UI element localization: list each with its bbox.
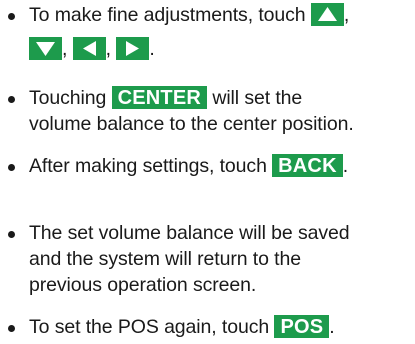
bullet (8, 231, 15, 238)
end-punctuation: . (149, 38, 155, 60)
pos-key: POS (274, 315, 330, 338)
down-arrow-key (29, 37, 62, 60)
item-text: previous operation screen. (29, 274, 257, 296)
line: and the system will return to the (29, 246, 301, 273)
item-text: volume balance to the center position. (29, 113, 354, 135)
item-text: and the system will return to the (29, 248, 301, 270)
item-text: After making settings, touch (29, 155, 273, 177)
line: To make fine adjustments, touch , (29, 2, 349, 29)
line: The set volume balance will be saved (29, 220, 350, 247)
item-text: Touching (29, 87, 112, 109)
separator: , (62, 38, 68, 60)
item-text: . (329, 316, 335, 338)
line: volume balance to the center position. (29, 111, 354, 138)
up-arrow-key (310, 3, 344, 26)
instruction-list: To make fine adjustments, touch , , , . … (0, 0, 415, 344)
down-arrow-icon (36, 42, 55, 56)
right-arrow-icon (126, 41, 140, 56)
bullet (8, 325, 15, 332)
back-key: BACK (272, 154, 343, 177)
line: , , . (29, 36, 155, 63)
item-text: will set the (207, 87, 303, 109)
separator: , (343, 4, 350, 26)
line: After making settings, touch BACK. (29, 153, 348, 180)
item-text: To make fine adjustments, touch (29, 4, 311, 26)
bullet (8, 13, 15, 20)
line: previous operation screen. (29, 272, 256, 299)
left-arrow-key (72, 37, 106, 60)
up-arrow-icon (317, 7, 337, 21)
bullet (8, 164, 15, 171)
right-arrow-key (116, 37, 150, 60)
item-text: The set volume balance will be saved (29, 222, 350, 244)
line: To set the POS again, touch POS. (29, 314, 335, 341)
bullet (8, 96, 15, 103)
line: Touching CENTER will set the (29, 85, 302, 112)
left-arrow-icon (82, 41, 96, 56)
item-text: To set the POS again, touch (29, 316, 275, 338)
separator: , (105, 38, 111, 60)
center-key: CENTER (111, 86, 208, 109)
item-text: . (342, 155, 349, 177)
